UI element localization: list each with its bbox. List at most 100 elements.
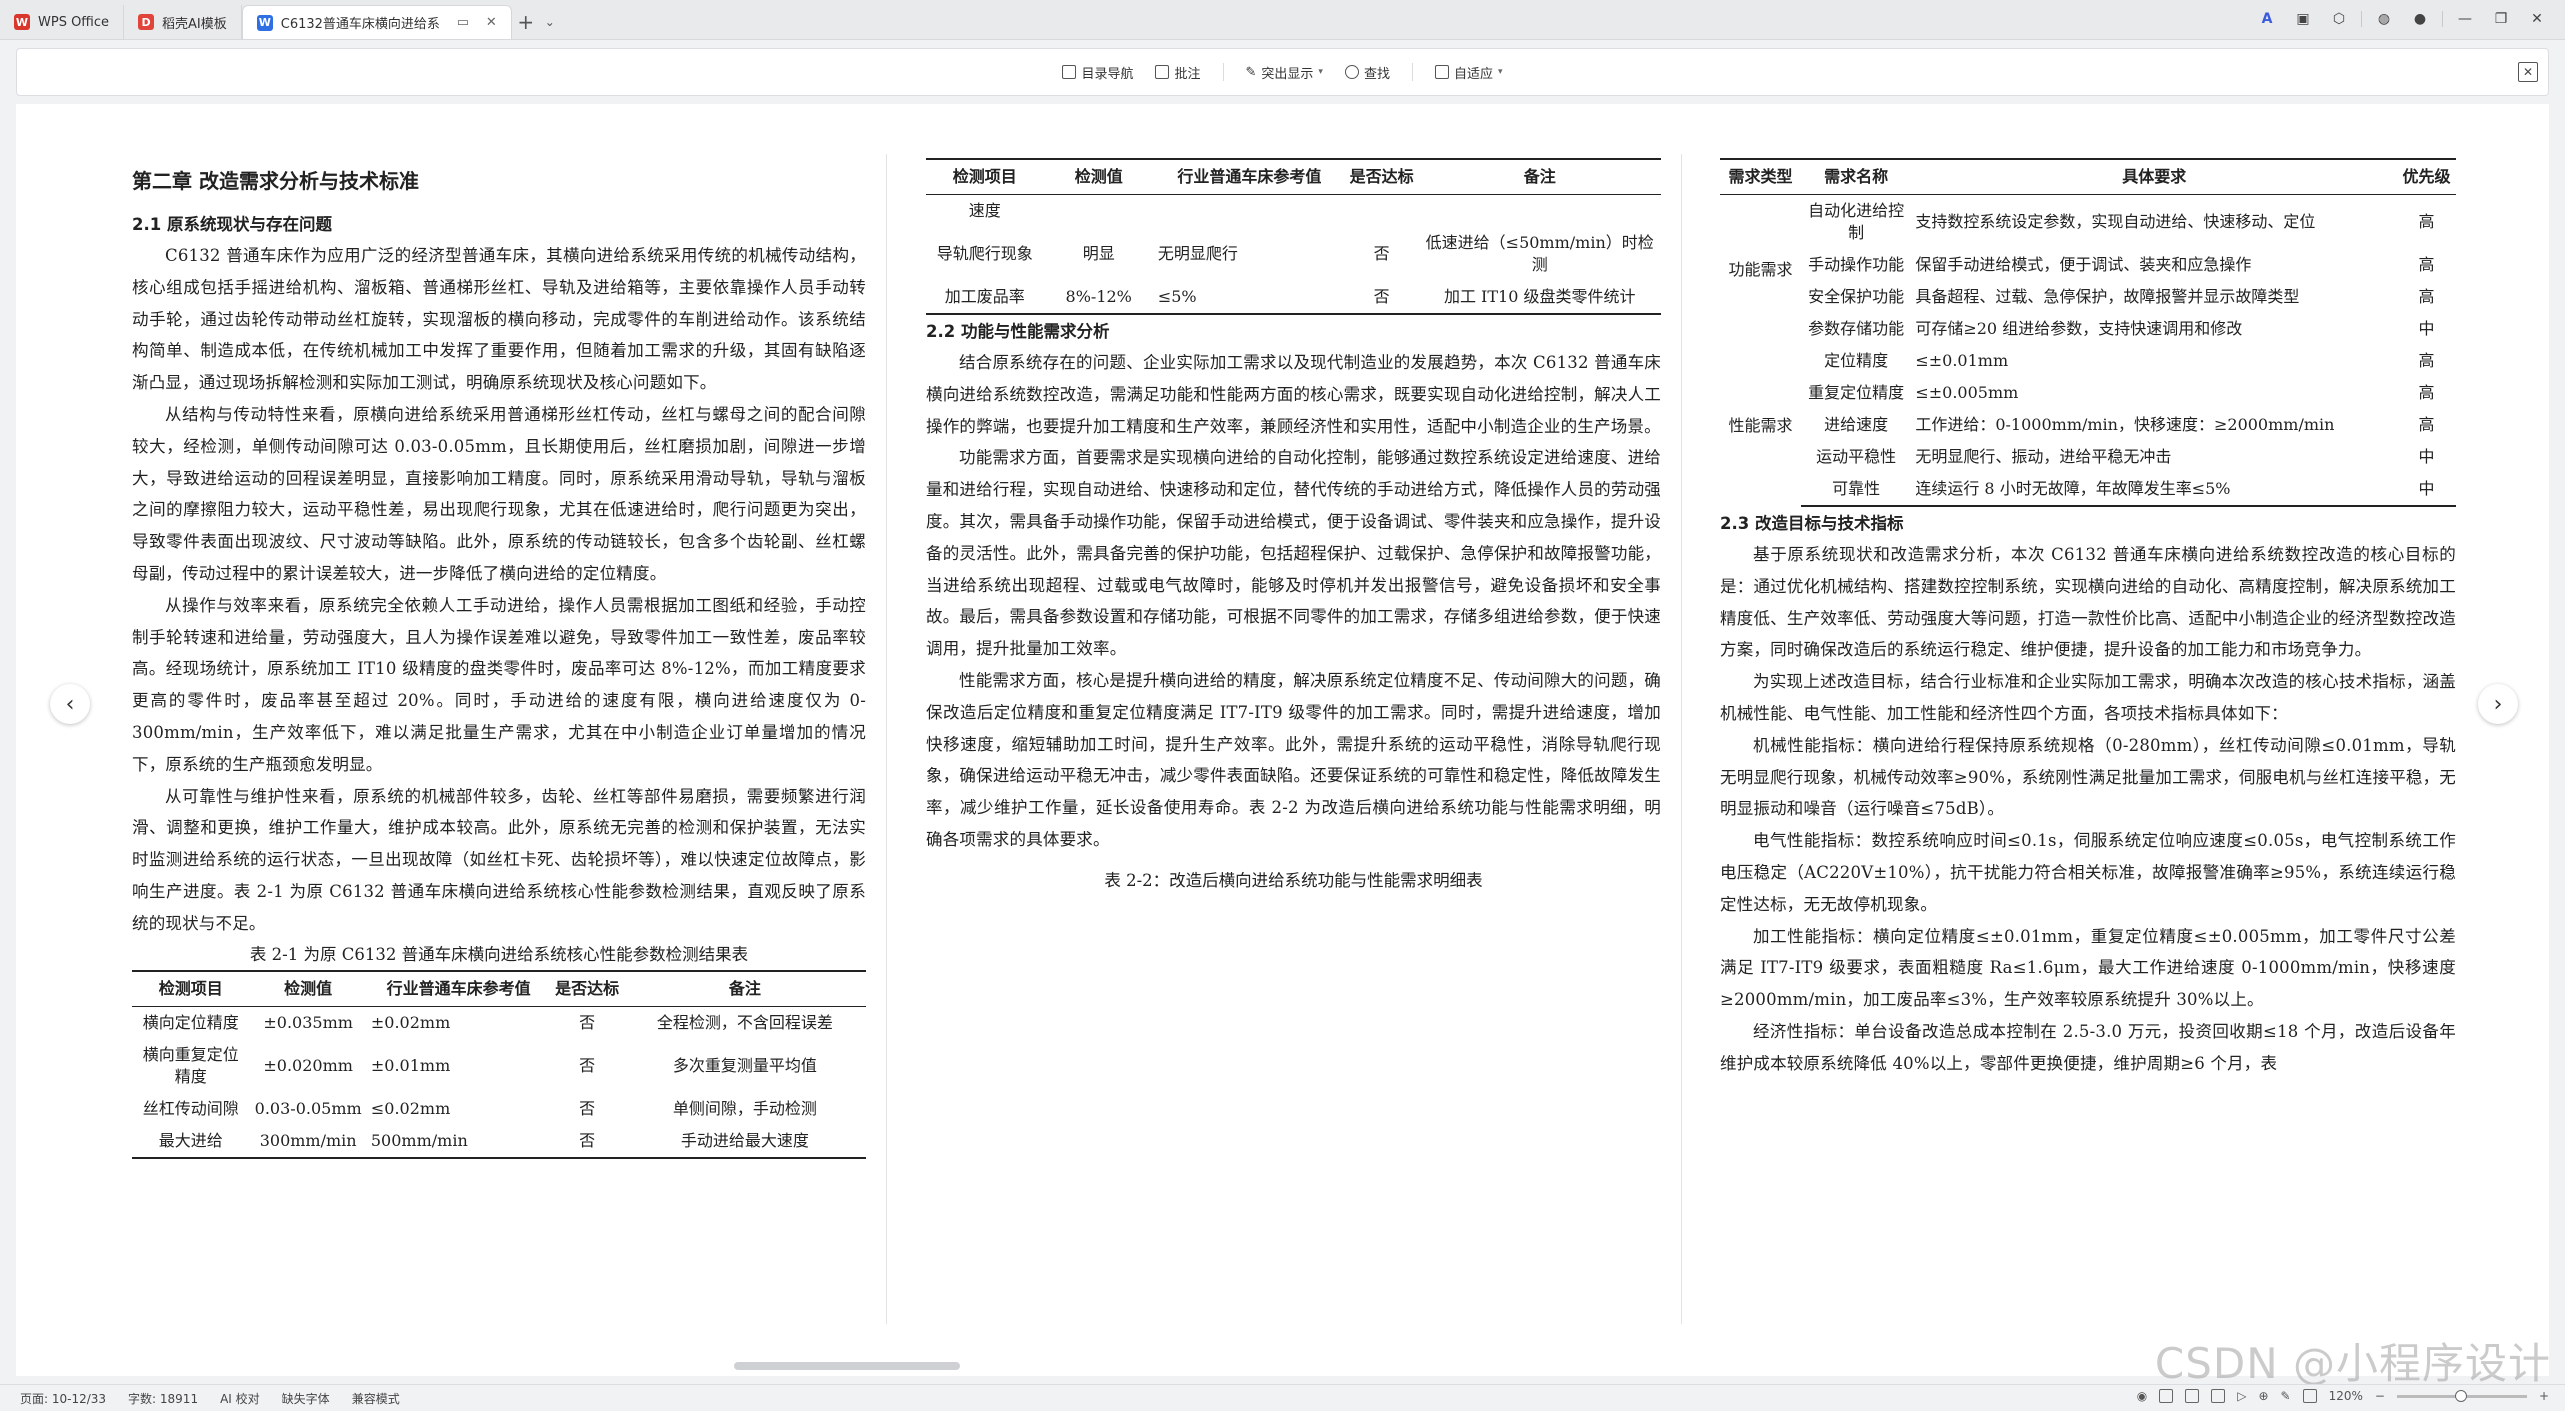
tab-docer-ai[interactable]: D 稻壳AI模板 [124, 5, 242, 39]
table-row: 丝杠传动间隙 0.03-0.05mm ≤0.02mm 否 单侧间隙，手动检测 [132, 1093, 866, 1125]
docer-logo-icon: D [138, 14, 155, 30]
table-cell: 支持数控系统设定参数，实现自动进给、快速移动、定位 [1915, 212, 2316, 231]
horizontal-scrollbar[interactable] [734, 1362, 960, 1370]
layout-icon[interactable]: ▣ [2289, 5, 2317, 33]
tab-wps-office[interactable]: W WPS Office [0, 5, 125, 39]
table-row: 功能需求 自动化进给控制 支持数控系统设定参数，实现自动进给、快速移动、定位 高 [1720, 195, 2456, 279]
close-icon[interactable]: ✕ [486, 15, 497, 30]
table-cell: ≤±0.01mm [1915, 351, 2009, 370]
highlight-button[interactable]: ✎ 突出显示 ▾ [1246, 63, 1323, 82]
word-doc-icon: W [256, 14, 273, 31]
web-view-icon[interactable] [2211, 1389, 2226, 1403]
table-cell: 500mm/min [366, 1124, 551, 1159]
table-header: 备注 [623, 969, 866, 1007]
zoom-in-icon[interactable]: + [2539, 1389, 2549, 1403]
table-cell: 参数存储功能 [1808, 319, 1905, 338]
edit-icon[interactable]: ✎ [2281, 1389, 2291, 1403]
find-button[interactable]: 查找 [1344, 63, 1390, 82]
chevron-right-icon: › [2493, 691, 2503, 717]
table-row: 性能需求 定位精度 ≤±0.01mm 高 [1720, 345, 2456, 435]
table-cell: ±0.020mm [263, 1055, 353, 1075]
table-cell: 全程检测，不含回程误差 [656, 1012, 833, 1032]
table-cell: 中 [2418, 319, 2435, 338]
table-cell: 保留手动进给模式，便于调试、装夹和应急操作 [1915, 255, 2252, 274]
word-count[interactable]: 字数: 18911 [128, 1390, 198, 1407]
page-count[interactable]: 页面: 10-12/33 [20, 1390, 106, 1407]
table-cell: 多次重复测量平均值 [672, 1055, 817, 1075]
highlight-label: 突出显示 [1261, 66, 1314, 82]
exit-reading-icon[interactable]: ✕ [2518, 62, 2538, 82]
table-row: 加工废品率 8%-12% ≤5% 否 加工 IT10 级盘类零件统计 [926, 281, 1661, 315]
missing-font-button[interactable]: 缺失字体 [282, 1390, 330, 1407]
table-caption: 表 2-1 为原 C6132 普通车床横向进给系统核心性能参数检测结果表 [249, 944, 749, 964]
play-icon[interactable]: ▷ [2237, 1389, 2246, 1403]
table-group-cell: 性能需求 [1728, 415, 1793, 435]
comment-icon [1155, 65, 1170, 79]
compat-mode-label: 兼容模式 [351, 1391, 400, 1406]
window-close-icon[interactable]: ✕ [2523, 5, 2551, 33]
skin-icon[interactable]: ◍ [2370, 5, 2398, 33]
table-cell: 否 [1373, 244, 1390, 263]
box-icon[interactable]: ⬡ [2325, 5, 2353, 33]
table-cell: 速度 [968, 201, 1001, 220]
chevron-down-icon[interactable]: ⌄ [540, 5, 560, 39]
tab-document[interactable]: W C6132普通车床横向进给系 ▭ ✕ [241, 5, 512, 39]
paragraph: 从可靠性与维护性来看，原系统的机械部件较多，齿轮、丝杠等部件易磨损，需要频繁进行… [132, 786, 866, 933]
fullscreen-icon[interactable] [2302, 1389, 2317, 1403]
table-cell: 定位精度 [1824, 351, 1889, 370]
table-cell: 导轨爬行现象 [936, 244, 1033, 263]
fit-button[interactable]: 自适应 ▾ [1434, 63, 1503, 82]
data-table: 检测项目 检测值 行业普通车床参考值 是否达标 备注 速度 导轨爬行现象 明显 … [926, 158, 1661, 315]
table-cell [1154, 195, 1345, 228]
outline-view-icon[interactable] [2185, 1389, 2200, 1403]
table-row: 最大进给 300mm/min 500mm/min 否 手动进给最大速度 [132, 1124, 866, 1159]
table-cell: 加工废品率 [926, 281, 1044, 315]
table-cell: 否 [579, 1098, 596, 1118]
table-cell: 低速进给（≤50mm/min）时检测 [1425, 233, 1654, 274]
next-page-button[interactable]: › [2478, 684, 2518, 724]
table-cell: 无明显爬行 [1157, 244, 1238, 263]
new-tab-button[interactable]: + [512, 5, 540, 39]
zoom-out-icon[interactable]: − [2375, 1389, 2385, 1403]
table-cell: ≤5% [1153, 281, 1345, 315]
paragraph: 经济性指标：单台设备改造总成本控制在 2.5-3.0 万元，投资回收期≤18 个… [1720, 1021, 2456, 1073]
restore-icon[interactable]: ❐ [2487, 5, 2515, 33]
eye-icon[interactable]: ◉ [2137, 1389, 2147, 1403]
globe-icon[interactable]: ⊕ [2258, 1389, 2268, 1403]
window-controls: A ▣ ⬡ ◍ ● — ❐ ✕ [2253, 0, 2565, 38]
table-header: 是否达标 [550, 969, 624, 1007]
annotate-button[interactable]: 批注 [1155, 63, 1201, 82]
table-cell: 否 [579, 1055, 596, 1075]
minimize-icon[interactable]: — [2451, 5, 2479, 33]
table-cell: 8%-12% [1043, 281, 1154, 315]
status-right: ◉ ▷ ⊕ ✎ 120% − + [2137, 1389, 2549, 1403]
paragraph: 机械性能指标：横向进给行程保持原系统规格（0-280mm），丝杠传动间隙≤0.0… [1720, 735, 2456, 819]
table-cell: 手动操作功能 [1808, 255, 1905, 274]
paragraph: 基于原系统现状和改造需求分析，本次 C6132 普通车床横向进给系统数控改造的核… [1720, 545, 2456, 660]
tab-bar: W WPS Office D 稻壳AI模板 W C6132普通车床横向进给系 ▭… [0, 0, 2565, 40]
chevron-left-icon: ‹ [65, 691, 75, 717]
tab-label: 稻壳AI模板 [162, 16, 227, 32]
table-cell: 高 [2418, 255, 2435, 274]
screen-icon[interactable]: ▭ [457, 15, 469, 30]
table-cell: 可靠性 [1800, 473, 1912, 507]
toc-button[interactable]: 目录导航 [1062, 63, 1133, 82]
paragraph: 性能需求方面，核心是提升横向进给的精度，解决原系统定位精度不足、传动间隙大的问题… [926, 670, 1661, 849]
zoom-level[interactable]: 120% [2329, 1389, 2363, 1403]
page-view-icon[interactable] [2159, 1389, 2174, 1403]
zoom-slider[interactable] [2396, 1389, 2527, 1402]
table-group-cell: 功能需求 [1728, 260, 1793, 279]
table-header: 检测项目 [132, 969, 250, 1007]
avatar[interactable]: ● [2406, 5, 2434, 33]
table-cell: 无明显爬行、振动，进给平稳无冲击 [1915, 447, 2172, 466]
zoom-slider-knob[interactable] [2454, 1389, 2467, 1402]
ai-icon[interactable]: A [2253, 5, 2281, 33]
table-cell: 明显 [1082, 244, 1115, 263]
data-table: 检测项目 检测值 行业普通车床参考值 是否达标 备注 横向定位精度 ±0.035… [132, 969, 866, 1159]
table-header: 需求类型 [1720, 158, 1801, 195]
wps-logo-icon: W [14, 14, 30, 30]
reading-toolbar: 目录导航 批注 ✎ 突出显示 ▾ 查找 自适应 ▾ ✕ [16, 48, 2549, 96]
table-cell: 0.03-0.05mm [254, 1098, 362, 1118]
ai-proofread-button[interactable]: AI 校对 [220, 1390, 260, 1407]
prev-page-button[interactable]: ‹ [50, 684, 90, 724]
